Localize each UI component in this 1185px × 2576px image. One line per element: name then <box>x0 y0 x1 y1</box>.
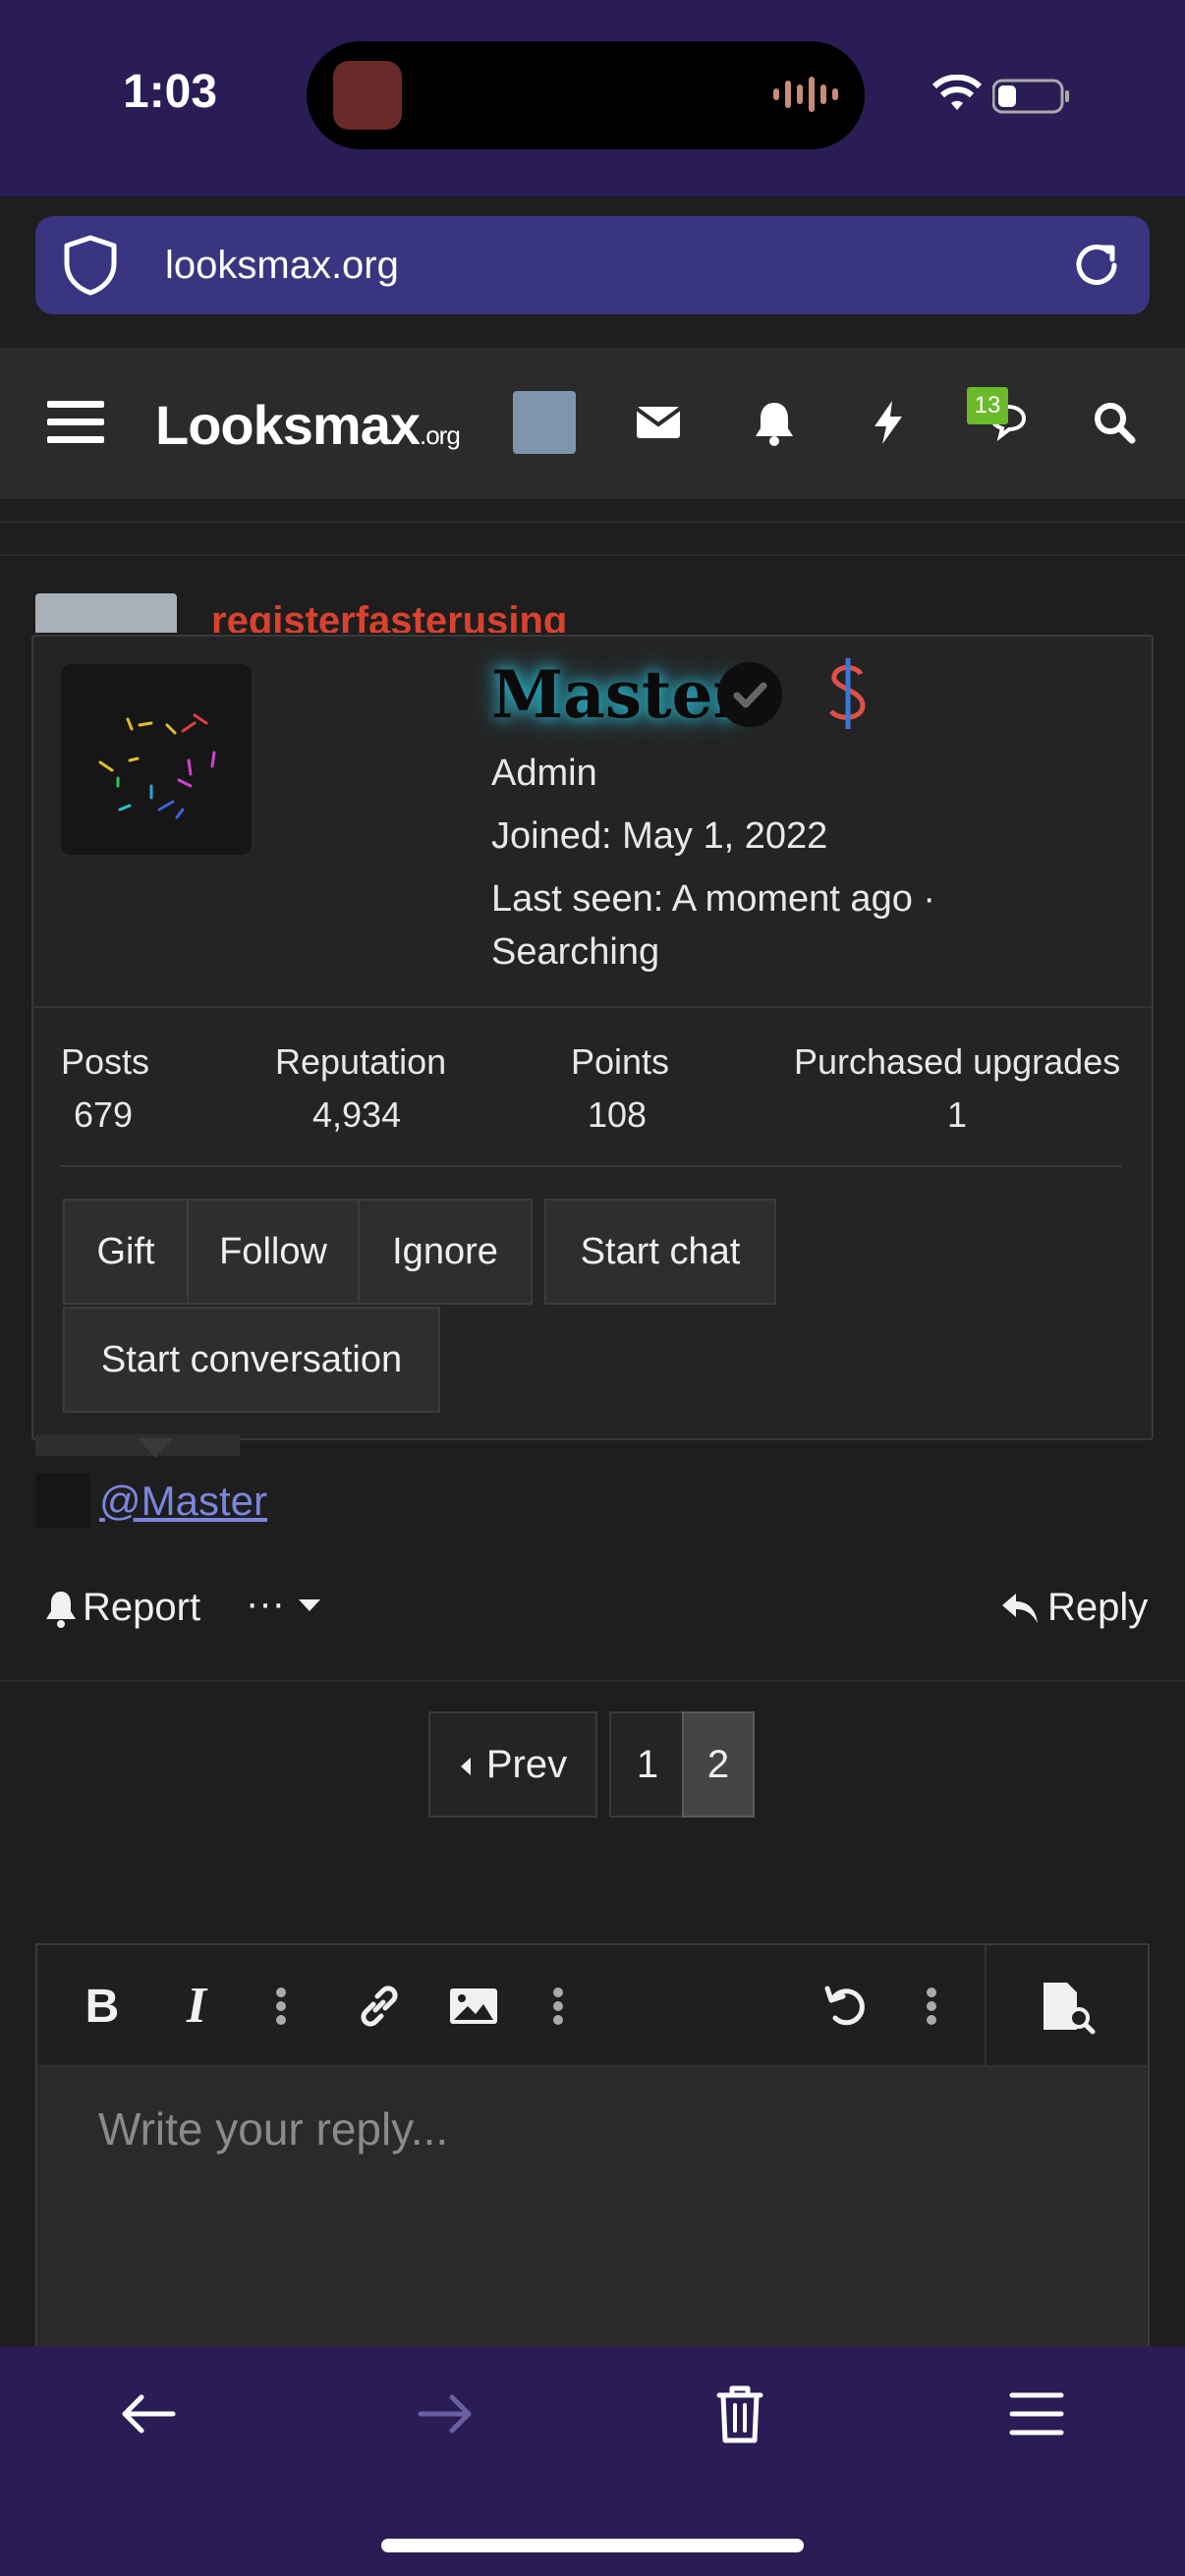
chat-count-badge: 13 <box>967 387 1008 424</box>
stat-label-points: Points <box>571 1041 670 1082</box>
stat-label-upgrades: Purchased upgrades <box>794 1041 1121 1082</box>
svg-text:B: B <box>85 1981 120 2033</box>
shield-icon <box>64 235 117 296</box>
stat-value-points: 108 <box>588 1094 648 1135</box>
menu-icon[interactable] <box>1002 2380 1071 2448</box>
trash-icon[interactable] <box>705 2380 774 2448</box>
link-icon[interactable] <box>350 1977 409 2036</box>
pagination-page-1[interactable]: 1 <box>609 1711 686 1818</box>
forward-arrow-icon[interactable] <box>411 2380 480 2448</box>
more-vertical-icon[interactable] <box>902 1977 961 2036</box>
member-last-seen: Last seen: A moment ago · <box>491 878 936 920</box>
divider <box>0 521 1185 523</box>
italic-icon[interactable]: I <box>167 1977 226 2036</box>
stat-label-posts: Posts <box>61 1041 150 1082</box>
member-role: Admin <box>491 753 597 794</box>
avatar-pattern <box>98 713 216 819</box>
toolbar-separator <box>985 1945 987 2065</box>
divider <box>0 554 1185 556</box>
poster-avatar[interactable] <box>35 593 177 633</box>
member-last-seen-activity: Searching <box>491 931 660 973</box>
poster-name[interactable]: registerfasterusing <box>211 599 567 633</box>
ignore-button[interactable]: Ignore <box>358 1199 533 1305</box>
more-vertical-icon[interactable] <box>529 1977 588 2036</box>
status-time: 1:03 <box>123 66 218 118</box>
mention-link[interactable]: @Master <box>99 1478 267 1525</box>
envelope-icon[interactable] <box>629 393 688 452</box>
user-avatar[interactable] <box>513 391 576 454</box>
menu-icon[interactable] <box>45 398 106 447</box>
dollar-icon <box>829 658 866 729</box>
reply-arrow-icon <box>1002 1594 1038 1623</box>
caret-left-icon <box>460 1758 471 1776</box>
reload-icon[interactable] <box>1067 236 1126 295</box>
stat-label-reputation: Reputation <box>275 1041 447 1082</box>
audio-wave-icon <box>773 77 838 112</box>
stats-divider <box>61 1165 1122 1167</box>
bold-icon[interactable]: B <box>73 1977 132 2036</box>
card-divider <box>31 1006 1154 1008</box>
report-button[interactable]: Report <box>83 1586 200 1630</box>
more-options-button[interactable]: ··· <box>246 1582 285 1626</box>
tooltip-pointer <box>138 1438 173 1458</box>
more-vertical-icon[interactable] <box>252 1977 310 2036</box>
stat-value-posts[interactable]: 679 <box>74 1094 133 1136</box>
member-joined: Joined: May 1, 2022 <box>491 815 828 857</box>
pagination-prev[interactable]: Prev <box>428 1711 597 1818</box>
search-icon[interactable] <box>1085 393 1144 452</box>
verified-check-icon <box>717 662 782 727</box>
home-indicator[interactable] <box>381 2539 804 2552</box>
stat-value-upgrades: 1 <box>947 1094 968 1135</box>
image-icon[interactable] <box>444 1977 503 2036</box>
back-arrow-icon[interactable] <box>114 2380 183 2448</box>
undo-icon[interactable] <box>818 1977 876 2036</box>
pagination-page-2[interactable]: 2 <box>682 1711 755 1818</box>
lightning-icon[interactable] <box>859 393 918 452</box>
stat-value-reputation: 4,934 <box>312 1094 402 1135</box>
svg-text:I: I <box>186 1978 208 2034</box>
member-avatar[interactable] <box>61 664 252 855</box>
now-playing-thumbnail <box>333 61 402 130</box>
divider <box>0 1680 1185 1682</box>
url-text[interactable]: looksmax.org <box>165 244 399 288</box>
bell-icon <box>46 1592 76 1628</box>
start-chat-button[interactable]: Start chat <box>544 1199 776 1305</box>
editor-placeholder: Write your reply... <box>98 2103 449 2155</box>
site-logo[interactable]: Looksmax.org <box>155 393 461 457</box>
follow-button[interactable]: Follow <box>187 1199 360 1305</box>
start-conversation-button[interactable]: Start conversation <box>63 1307 440 1413</box>
caret-down-icon <box>299 1599 320 1611</box>
bell-icon[interactable] <box>745 393 804 452</box>
member-name[interactable]: Master <box>491 656 747 733</box>
mention-avatar[interactable] <box>35 1474 90 1529</box>
wifi-icon <box>931 75 983 110</box>
preview-icon[interactable] <box>1036 1977 1099 2040</box>
gift-button[interactable]: Gift <box>63 1199 189 1305</box>
reply-button[interactable]: Reply <box>1047 1586 1148 1630</box>
battery-icon <box>992 79 1069 114</box>
